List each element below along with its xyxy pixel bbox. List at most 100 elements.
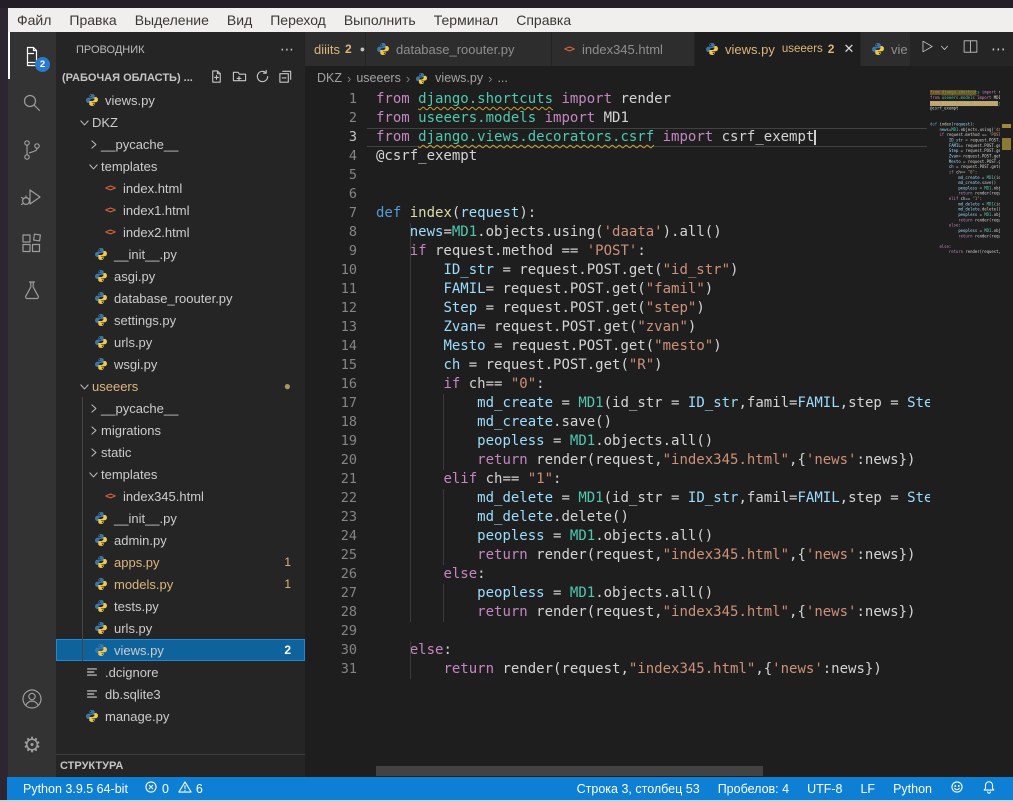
workspace-section-header[interactable]: (РАБОЧАЯ ОБЛАСТЬ) ...: [56, 67, 305, 89]
status-notifications[interactable]: [973, 780, 1005, 797]
tree-item-urls.py[interactable]: urls.py: [56, 331, 305, 353]
tree-item-templates[interactable]: templates: [56, 155, 305, 177]
tree-item-static[interactable]: static: [56, 441, 305, 463]
code-text: Zvan= request.POST.get("zvan"): [376, 318, 696, 337]
tree-item-wsgi.py[interactable]: wsgi.py: [56, 353, 305, 375]
menu-item-Выполнить[interactable]: Выполнить: [335, 12, 425, 28]
tree-item-__init__.py[interactable]: __init__.py: [56, 243, 305, 265]
line-number: 30: [305, 641, 357, 660]
tree-item-db.sqlite3[interactable]: db.sqlite3: [56, 683, 305, 705]
tree-item-tests.py[interactable]: tests.py: [56, 595, 305, 617]
indent-guide: [82, 573, 83, 595]
close-icon[interactable]: ✕: [843, 41, 854, 57]
menu-item-Файл[interactable]: Файл: [8, 12, 60, 28]
breadcrumb-item-views.py[interactable]: views.py: [435, 71, 483, 85]
breadcrumb-item-useeers[interactable]: useeers: [356, 71, 400, 85]
activity-explorer-icon[interactable]: 2: [8, 32, 56, 79]
activity-testing-icon[interactable]: [8, 267, 56, 314]
menu-item-Терминал[interactable]: Терминал: [425, 12, 507, 28]
chevron-down-icon: [85, 160, 101, 173]
tree-item-index.html[interactable]: <>index.html: [56, 177, 305, 199]
collapse-all-icon[interactable]: [278, 69, 293, 87]
breadcrumb-item-...[interactable]: ...: [497, 71, 507, 85]
tab-database_roouter.py[interactable]: database_roouter.py: [366, 32, 552, 66]
split-editor-icon[interactable]: [962, 38, 979, 60]
code-text: from django.views.decorators.csrf import…: [376, 128, 814, 147]
activity-extensions-icon[interactable]: [8, 220, 56, 267]
new-file-icon[interactable]: [209, 69, 224, 87]
new-folder-icon[interactable]: [232, 69, 247, 87]
status-eol[interactable]: LF: [851, 782, 884, 796]
line-number: 20: [305, 451, 357, 470]
code-editor[interactable]: 1from django.shortcuts import render2fro…: [305, 90, 930, 766]
tree-item-templates[interactable]: templates: [56, 463, 305, 485]
activity-search-icon[interactable]: [8, 79, 56, 126]
menu-item-Переход[interactable]: Переход: [261, 12, 335, 28]
tree-item-index2.html[interactable]: <>index2.html: [56, 221, 305, 243]
menu-item-Выделение[interactable]: Выделение: [126, 12, 218, 28]
sidebar-header: ПРОВОДНИК ⋯: [56, 32, 305, 67]
activity-settings-gear-icon[interactable]: ⚙: [8, 722, 56, 769]
tree-item-urls.py[interactable]: urls.py: [56, 617, 305, 639]
breadcrumb-item-DKZ[interactable]: DKZ: [317, 71, 342, 85]
tab-vie[interactable]: vie: [861, 32, 911, 66]
horizontal-scrollbar[interactable]: [376, 766, 763, 776]
line-number: 31: [305, 660, 357, 679]
line-number: 28: [305, 603, 357, 622]
run-dropdown-chevron-icon[interactable]: [947, 40, 950, 58]
tree-item-DKZ[interactable]: DKZ: [56, 111, 305, 133]
tree-item-index345.html[interactable]: <>index345.html: [56, 485, 305, 507]
tree-item-migrations[interactable]: migrations: [56, 419, 305, 441]
indent-guide: [82, 485, 83, 507]
tab-index345.html[interactable]: <>index345.html: [552, 32, 695, 66]
status-language-mode[interactable]: Python: [884, 782, 941, 796]
problems-badge: 2: [284, 643, 305, 657]
workspace-label: (РАБОЧАЯ ОБЛАСТЬ) ...: [62, 72, 193, 84]
tree-item-models.py[interactable]: models.py1: [56, 573, 305, 595]
tab-diiits[interactable]: diiits2●: [305, 32, 366, 66]
menu-item-Вид[interactable]: Вид: [218, 12, 261, 28]
line-number: 6: [305, 185, 357, 204]
tree-item-__pycache__[interactable]: __pycache__: [56, 397, 305, 419]
py-file-icon: [375, 41, 391, 57]
line-number: 17: [305, 394, 357, 413]
activity-account-icon[interactable]: [8, 675, 56, 722]
tree-item-database_roouter.py[interactable]: database_roouter.py: [56, 287, 305, 309]
tree-item-views.py[interactable]: views.py2: [56, 639, 305, 661]
tab-views.py[interactable]: views.pyuseeers2✕: [695, 32, 861, 66]
code-line-20: 20 return render(request,"index345.html"…: [305, 451, 930, 470]
code-line-3: 3from django.views.decorators.csrf impor…: [305, 128, 930, 147]
overview-ruler[interactable]: [1000, 90, 1013, 766]
tree-item-manage.py[interactable]: manage.py: [56, 705, 305, 727]
tree-item-.dcignore[interactable]: .dcignore: [56, 661, 305, 683]
py-file-icon: [415, 71, 430, 86]
status-problems[interactable]: 06: [136, 780, 211, 797]
refresh-icon[interactable]: [255, 69, 270, 87]
tree-item-admin.py[interactable]: admin.py: [56, 529, 305, 551]
sidebar-more-icon[interactable]: ⋯: [280, 41, 295, 58]
more-actions-icon[interactable]: ⋯: [991, 40, 1007, 58]
status-feedback[interactable]: [941, 780, 973, 797]
status-python-version[interactable]: Python 3.9.5 64-bit: [15, 782, 136, 796]
menu-item-Правка[interactable]: Правка: [60, 12, 125, 28]
tree-item-__pycache__[interactable]: __pycache__: [56, 133, 305, 155]
tree-item-settings.py[interactable]: settings.py: [56, 309, 305, 331]
tree-item-asgi.py[interactable]: asgi.py: [56, 265, 305, 287]
status-cursor-position[interactable]: Строка 3, столбец 53: [568, 782, 709, 796]
tree-item-apps.py[interactable]: apps.py1: [56, 551, 305, 573]
status-indentation[interactable]: Пробелов: 4: [709, 782, 798, 796]
run-button[interactable]: [918, 38, 935, 60]
indent-guide: [410, 603, 411, 622]
tree-item-useeers[interactable]: useeers●: [56, 375, 305, 397]
outline-section-header[interactable]: СТРУКТУРА: [56, 754, 305, 777]
activity-source-control-icon[interactable]: [8, 126, 56, 173]
activity-run-debug-icon[interactable]: [8, 173, 56, 220]
status-encoding[interactable]: UTF-8: [798, 782, 851, 796]
minimap[interactable]: from django.shortcuts import renderfrom …: [930, 90, 1000, 490]
menu-item-Справка[interactable]: Справка: [507, 12, 580, 28]
tree-item-index1.html[interactable]: <>index1.html: [56, 199, 305, 221]
indent-guide: [82, 595, 83, 617]
tree-item-__init__.py[interactable]: __init__.py: [56, 507, 305, 529]
tree-item-views.py[interactable]: views.py: [56, 89, 305, 111]
chevron-right-icon: [85, 446, 101, 459]
